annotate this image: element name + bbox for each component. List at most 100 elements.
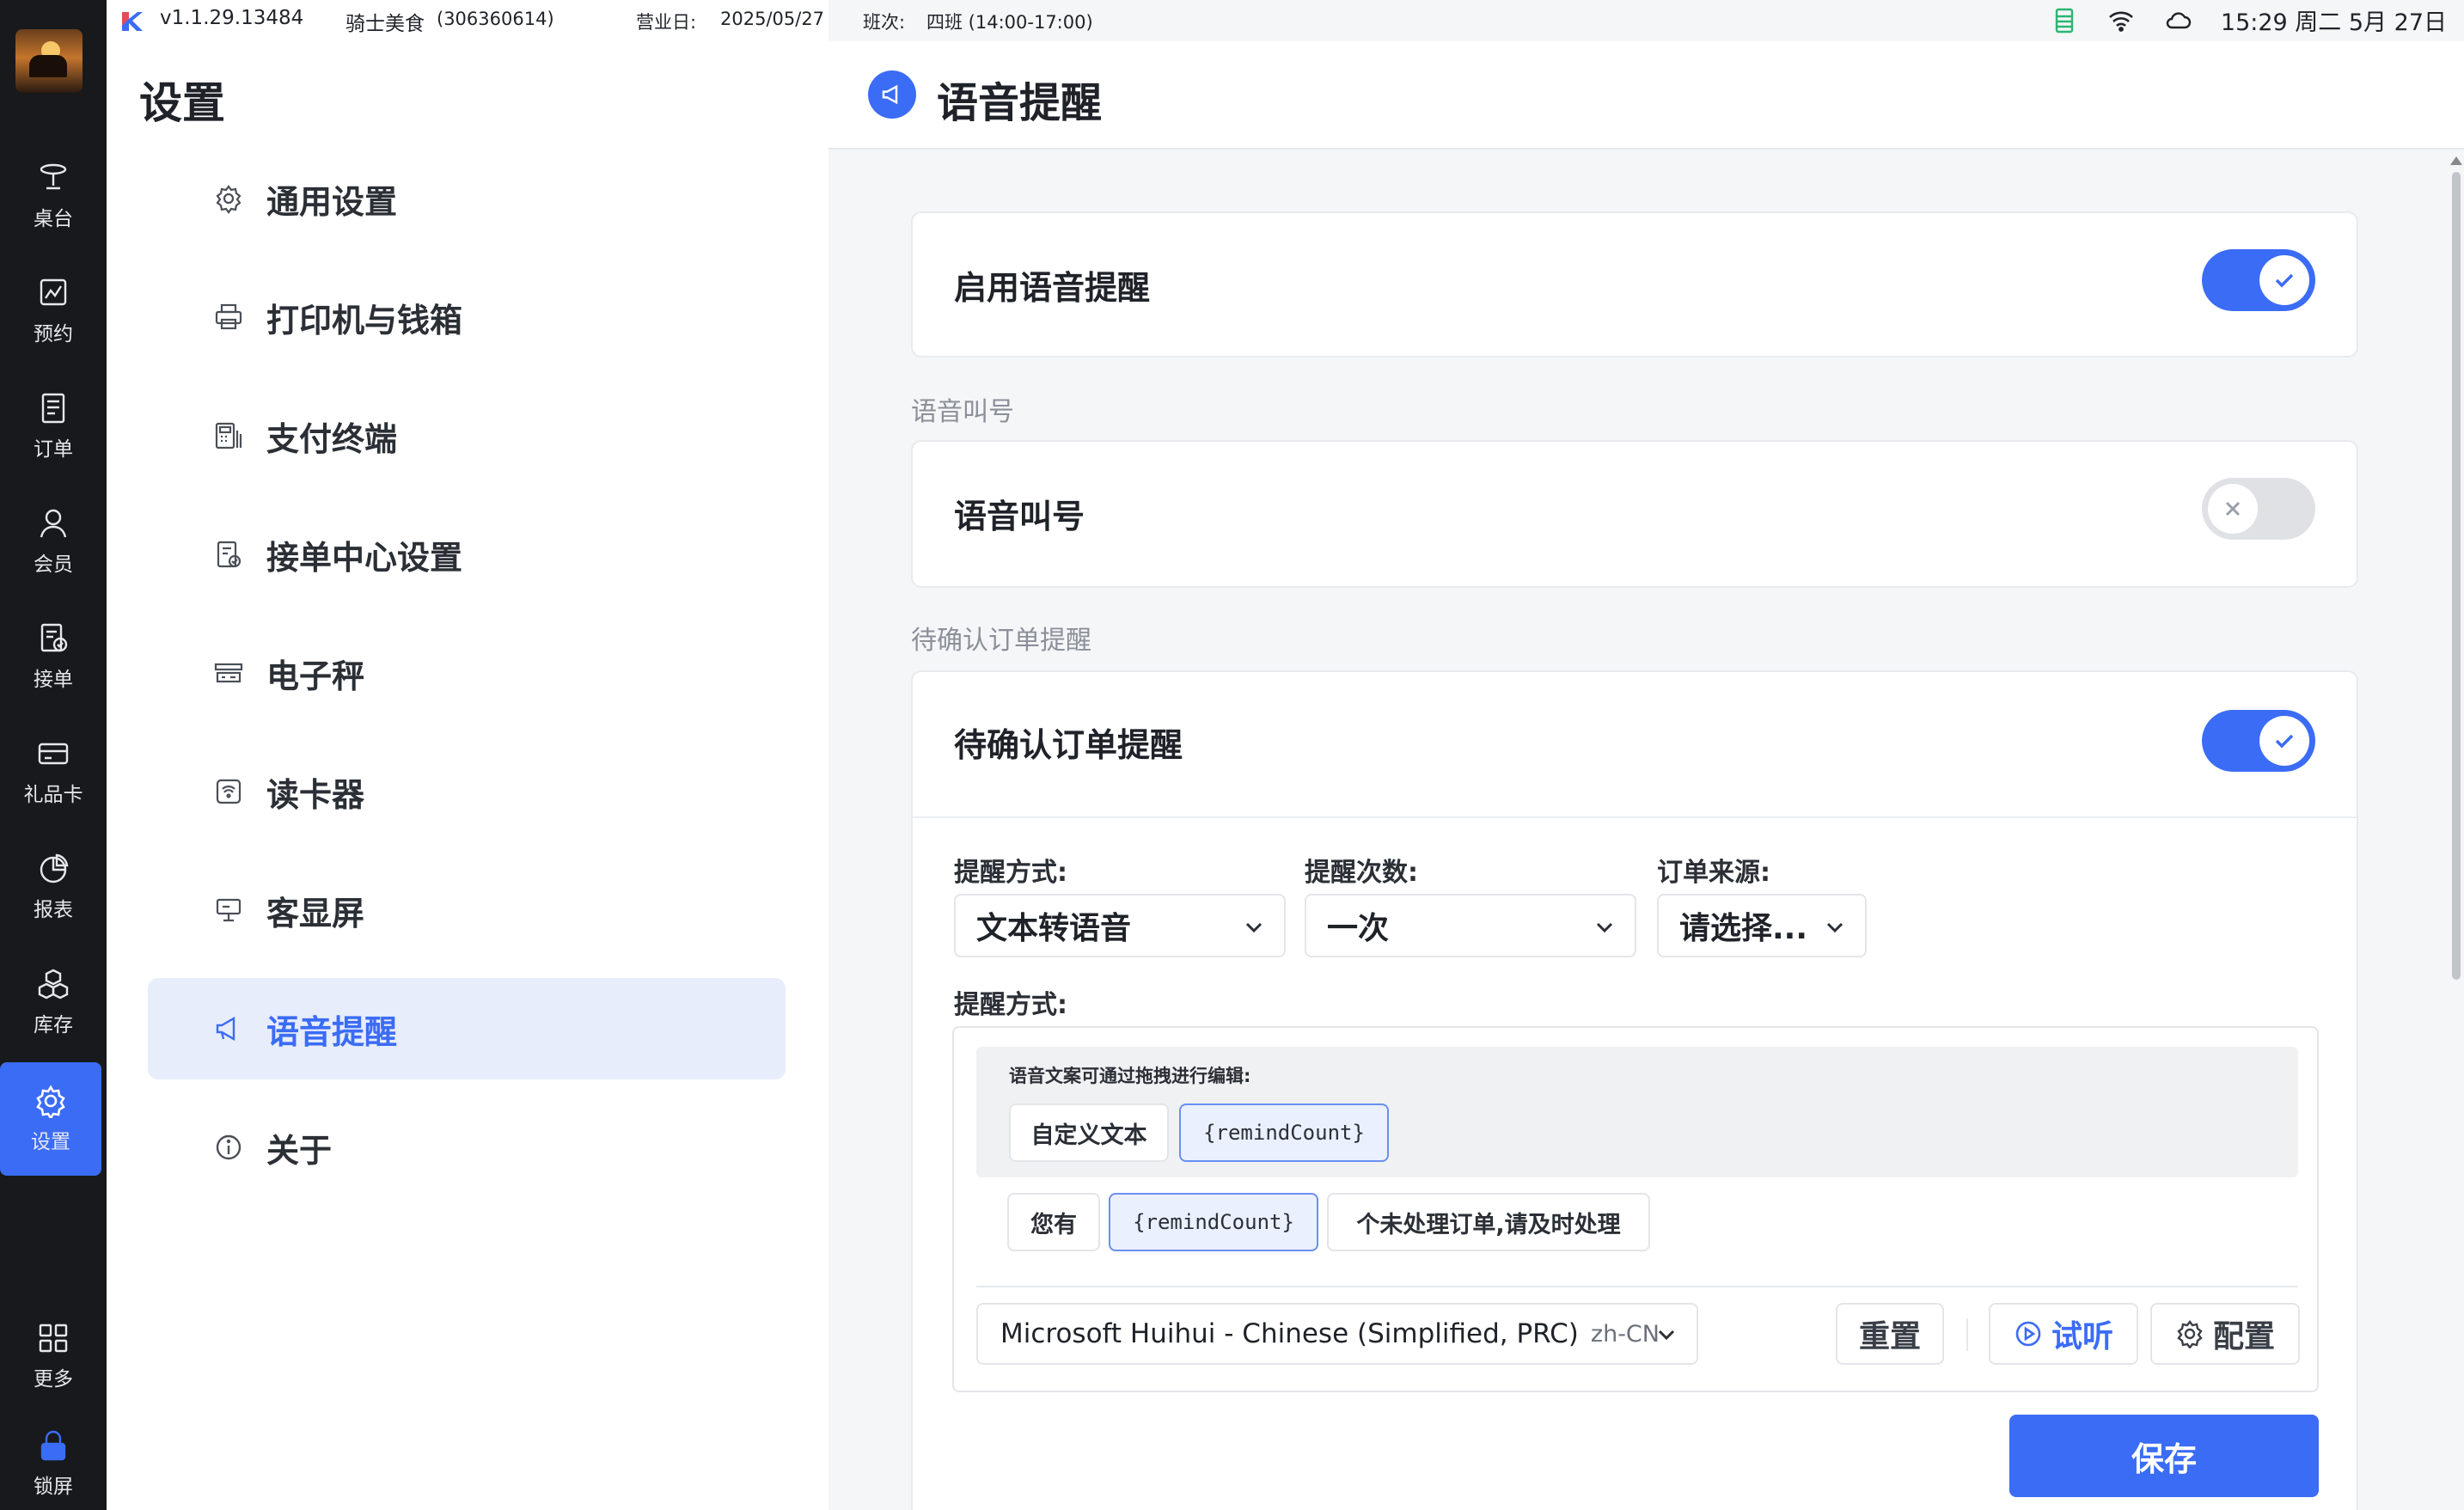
voice-locale: zh-CN	[1590, 1320, 1660, 1348]
scroll-up-arrow[interactable]	[2450, 156, 2462, 165]
voice-calling-card: 语音叫号	[911, 440, 2358, 588]
scrollbar[interactable]	[2447, 153, 2464, 1510]
rail-item-more[interactable]: 更多	[0, 1305, 107, 1408]
remind-count-chip[interactable]: {remindCount}	[1179, 1103, 1389, 1162]
menu-item-card-reader[interactable]: 读卡器	[148, 741, 786, 842]
rail-item-label: 报表	[34, 899, 73, 921]
mode-value: 文本转语音	[976, 911, 1132, 946]
sentence-var-chip[interactable]: {remindCount}	[1109, 1193, 1318, 1251]
printer-icon	[215, 303, 242, 330]
x-icon	[2208, 484, 2258, 534]
sentence-chip[interactable]: 您有	[1007, 1193, 1100, 1251]
rail-item-reservation[interactable]: 预约	[0, 260, 107, 363]
enable-voice-card: 启用语音提醒	[911, 211, 2358, 358]
pending-order-label: 待确认订单提醒	[954, 726, 1183, 764]
megaphone-icon	[868, 70, 916, 119]
chevron-down-icon	[1658, 1330, 1675, 1341]
giftcard-icon	[38, 743, 69, 765]
inventory-icon	[38, 969, 69, 1000]
text-mode-label: 提醒方式:	[954, 990, 1067, 1020]
menu-item-label: 打印机与钱箱	[266, 301, 463, 339]
reset-label: 重置	[1858, 1319, 1921, 1354]
enable-voice-toggle[interactable]	[2202, 249, 2315, 311]
rail-item-label: 订单	[34, 438, 73, 461]
pos-terminal-icon	[215, 422, 242, 449]
rail-item-table[interactable]: 桌台	[0, 144, 107, 248]
menu-item-scale[interactable]: 电子秤	[148, 622, 786, 724]
shift-label: 班次:	[863, 12, 906, 33]
rail-item-accept-order[interactable]: 接单	[0, 605, 107, 708]
rail-item-member[interactable]: 会员	[0, 490, 107, 593]
sentence-chip[interactable]: 个未处理订单,请及时处理	[1327, 1193, 1650, 1251]
menu-item-label: 支付终端	[266, 419, 398, 458]
voice-calling-label: 语音叫号	[954, 498, 1085, 535]
clock: 15:29 周二 5月 27日	[2220, 9, 2447, 36]
editor-hint: 语音文案可通过拖拽进行编辑:	[1009, 1066, 1251, 1086]
rail-item-inventory[interactable]: 库存	[0, 951, 107, 1054]
rail-item-giftcard[interactable]: 礼品卡	[0, 720, 107, 823]
menu-item-label: 语音提醒	[266, 1012, 398, 1051]
voice-select[interactable]: Microsoft Huihui - Chinese (Simplified, …	[976, 1303, 1698, 1365]
preview-button[interactable]: 试听	[1989, 1303, 2138, 1365]
calculator-icon[interactable]	[2051, 7, 2078, 34]
voice-calling-toggle[interactable]	[2202, 478, 2315, 540]
menu-item-printer[interactable]: 打印机与钱箱	[148, 266, 786, 368]
pending-order-card: 待确认订单提醒 提醒方式: 文本转语音 提醒次数: 一次 订单来源: 请选择..…	[911, 670, 2358, 1510]
chevron-down-icon	[1245, 922, 1263, 933]
config-button[interactable]: 配置	[2150, 1303, 2300, 1365]
button-separator	[1966, 1318, 1968, 1351]
gear-icon	[216, 185, 242, 214]
rail-item-lock[interactable]: 锁屏	[0, 1416, 107, 1510]
card-divider	[913, 816, 2357, 818]
pending-order-toggle[interactable]	[2202, 710, 2315, 772]
custom-text-chip[interactable]: 自定义文本	[1009, 1103, 1169, 1162]
menu-item-voice-reminder[interactable]: 语音提醒	[148, 978, 786, 1079]
menu-item-label: 读卡器	[266, 775, 365, 814]
menu-item-general[interactable]: 通用设置	[148, 148, 786, 249]
rail-item-label: 库存	[34, 1014, 73, 1036]
mode-select[interactable]: 文本转语音	[954, 894, 1286, 957]
menu-item-order-center[interactable]: 接单中心设置	[148, 504, 786, 605]
settings-menu: 设置 通用设置 打印机与钱箱 支付终端 接单中心设置 电子秤 读卡器 客显屏 语…	[107, 0, 828, 1510]
store-logo[interactable]	[15, 29, 83, 93]
app-version: v1.1.29.13484	[160, 7, 304, 29]
gear-icon	[2177, 1320, 2203, 1348]
calling-section-label: 语音叫号	[911, 397, 1014, 427]
count-select[interactable]: 一次	[1305, 894, 1636, 957]
menu-item-label: 电子秤	[266, 657, 365, 695]
menu-item-customer-display[interactable]: 客显屏	[148, 859, 786, 961]
table-icon	[40, 163, 67, 190]
brand-logo-icon	[122, 12, 143, 31]
business-day: 2025/05/27	[720, 9, 825, 29]
settings-icon	[36, 1085, 65, 1118]
save-button[interactable]: 保存	[2009, 1415, 2319, 1497]
menu-item-label: 接单中心设置	[266, 538, 463, 577]
rail-item-label: 预约	[34, 323, 73, 345]
rail-item-label: 更多	[34, 1368, 73, 1391]
system-status: 15:29 周二 5月 27日	[2051, 3, 2447, 37]
rail-item-settings[interactable]: 设置	[0, 1062, 101, 1176]
menu-item-pos-terminal[interactable]: 支付终端	[148, 385, 786, 486]
play-icon	[2015, 1321, 2041, 1347]
order-icon	[41, 393, 65, 424]
info-icon	[216, 1134, 242, 1160]
count-value: 一次	[1327, 911, 1390, 946]
rail-item-order[interactable]: 订单	[0, 375, 107, 478]
menu-item-label: 客显屏	[266, 894, 365, 932]
rail-item-label: 设置	[31, 1131, 70, 1153]
reset-button[interactable]: 重置	[1836, 1303, 1944, 1365]
chevron-down-icon	[1596, 922, 1613, 933]
source-label: 订单来源:	[1657, 858, 1770, 888]
reservation-icon	[40, 278, 67, 306]
chevron-down-icon	[1826, 922, 1843, 933]
scrollbar-thumb[interactable]	[2452, 172, 2461, 980]
menu-item-about[interactable]: 关于	[148, 1097, 786, 1198]
source-select[interactable]: 请选择...	[1657, 894, 1867, 957]
check-icon	[2259, 716, 2309, 766]
pending-section-label: 待确认订单提醒	[911, 626, 1091, 656]
megaphone-icon	[216, 1016, 235, 1042]
rail-item-report[interactable]: 报表	[0, 835, 107, 938]
status-bar: v1.1.29.13484 骑士美食 (306360614) 营业日: 2025…	[107, 0, 2464, 41]
editor-divider	[976, 1286, 2298, 1287]
report-icon	[40, 853, 69, 883]
